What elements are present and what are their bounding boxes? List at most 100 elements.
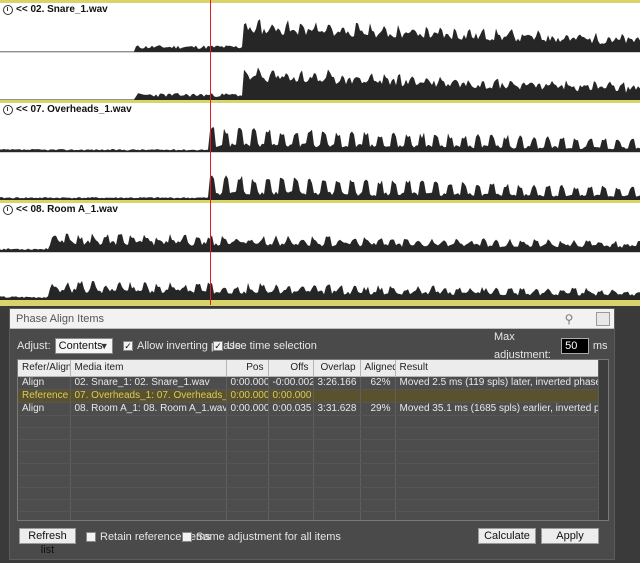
table-cell-empty	[360, 439, 396, 452]
arrange-view[interactable]: << 02. Snare_1.wav << 07. Overheads_1.wa…	[0, 0, 640, 306]
table-cell-empty	[313, 427, 361, 440]
table-cell-empty	[268, 451, 314, 464]
same-adjustment-checkbox[interactable]	[182, 532, 192, 542]
table-cell-empty	[395, 475, 599, 488]
max-adjustment-input[interactable]: 50	[561, 338, 589, 354]
table-cell-empty	[395, 487, 599, 500]
retain-reference-checkbox[interactable]	[86, 532, 96, 542]
channel-divider	[0, 152, 640, 153]
table-cell-offs: -0:00.002	[268, 376, 314, 390]
waveform-path	[0, 67, 640, 100]
table-cell-empty	[70, 451, 227, 464]
use-time-selection-checkbox[interactable]: ✓	[213, 341, 223, 351]
table-cell-aligned	[360, 389, 396, 403]
waveform-path	[0, 127, 640, 152]
max-adjustment-control: Max adjustment: 50 ms	[494, 331, 608, 361]
table-header: Refer/Align Media item Pos Offs Overlap …	[18, 360, 599, 377]
column-header-pos[interactable]: Pos	[226, 360, 269, 377]
table-cell-empty	[313, 499, 361, 512]
column-header-offs[interactable]: Offs	[268, 360, 314, 377]
table-cell-empty	[268, 427, 314, 440]
table-scrollbar[interactable]	[598, 360, 608, 520]
table-cell-empty	[18, 427, 71, 440]
same-adjustment-control[interactable]: Same adjustment for all items	[182, 528, 341, 546]
take-clock-icon	[3, 204, 13, 215]
table-cell-empty	[70, 463, 227, 476]
channel-divider	[0, 252, 640, 253]
track-title-text: << 02. Snare_1.wav	[16, 4, 108, 15]
waveform-path	[0, 233, 640, 252]
channel-divider	[0, 52, 640, 53]
take-clock-icon	[3, 4, 13, 15]
dialog-title: Phase Align Items	[16, 313, 105, 325]
table-cell-overlap: 3:31.628	[313, 402, 361, 416]
table-cell-empty	[395, 499, 599, 512]
table-cell-empty	[70, 439, 227, 452]
table-cell-item: 08. Room A_1: 08. Room A_1.wav	[70, 402, 227, 416]
table-row-empty	[18, 487, 599, 500]
table-cell-refer: Align	[18, 376, 71, 390]
column-header-result[interactable]: Result	[395, 360, 599, 377]
table-cell-empty	[313, 439, 361, 452]
table-cell-empty	[360, 487, 396, 500]
column-header-media-item[interactable]: Media item	[70, 360, 227, 377]
track-title-overheads: << 07. Overheads_1.wav	[3, 104, 132, 115]
dialog-titlebar[interactable]: Phase Align Items ⚲	[10, 309, 614, 329]
table-cell-empty	[18, 487, 71, 500]
table-cell-empty	[226, 439, 269, 452]
apply-button[interactable]: Apply	[541, 528, 599, 544]
column-header-aligned[interactable]: Aligned	[360, 360, 396, 377]
table-cell-refer: Reference	[18, 389, 71, 403]
table-cell-empty	[226, 415, 269, 428]
table-cell-empty	[226, 487, 269, 500]
table-cell-empty	[360, 415, 396, 428]
table-cell-empty	[360, 499, 396, 512]
max-adjustment-unit: ms	[592, 340, 608, 352]
waveform-path	[0, 19, 640, 52]
table-row-empty	[18, 463, 599, 476]
table-cell-overlap	[313, 389, 361, 403]
track-selection-strip	[0, 300, 640, 306]
use-time-selection-control[interactable]: ✓ Use time selection	[213, 337, 317, 355]
table-cell-empty	[18, 451, 71, 464]
pin-icon[interactable]: ⚲	[562, 312, 576, 326]
table-cell-empty	[395, 463, 599, 476]
table-cell-item: 02. Snare_1: 02. Snare_1.wav	[70, 376, 227, 390]
table-row[interactable]: Reference07. Overheads_1: 07. Overheads_…	[18, 389, 599, 403]
track-title-text: << 08. Room A_1.wav	[16, 204, 118, 215]
table-row-empty	[18, 499, 599, 512]
table-cell-empty	[360, 427, 396, 440]
track-title-snare: << 02. Snare_1.wav	[3, 4, 108, 15]
table-cell-empty	[226, 475, 269, 488]
table-row-empty	[18, 511, 599, 520]
table-cell-empty	[360, 451, 396, 464]
edit-cursor[interactable]	[210, 0, 211, 305]
table-cell-empty	[268, 439, 314, 452]
allow-inverting-checkbox[interactable]: ✓	[123, 341, 133, 351]
table-row-empty	[18, 427, 599, 440]
table-cell-empty	[313, 475, 361, 488]
close-icon[interactable]	[596, 312, 610, 326]
table-cell-empty	[18, 415, 71, 428]
table-row[interactable]: Align 08. Room A_1: 08. Room A_1.wav 0:00.…	[18, 402, 599, 416]
table-cell-empty	[18, 499, 71, 512]
table-row-empty	[18, 451, 599, 464]
table-cell-empty	[360, 475, 396, 488]
table-cell-empty	[268, 475, 314, 488]
adjust-dropdown[interactable]: Contents ▼	[54, 338, 113, 354]
table-cell-empty	[395, 415, 599, 428]
column-header-refer-align[interactable]: Refer/Align	[18, 360, 71, 377]
calculate-button[interactable]: Calculate	[478, 528, 536, 544]
adjust-value: Contents	[58, 340, 103, 352]
column-header-overlap[interactable]: Overlap	[313, 360, 361, 377]
adjust-label: Adjust:	[17, 340, 51, 352]
refresh-list-button[interactable]: Refresh list	[19, 528, 76, 556]
table-cell-overlap: 3:26.166	[313, 376, 361, 390]
table-cell-item: 07. Overheads_1: 07. Overheads_1.wav	[70, 389, 227, 403]
table-cell-empty	[268, 511, 314, 520]
table-row[interactable]: Align 02. Snare_1: 02. Snare_1.wav 0:00.00…	[18, 376, 599, 390]
table-cell-result: Moved 2.5 ms (119 spls) later, inverted …	[395, 376, 599, 390]
options-row: Adjust: Contents ▼ ✓ Allow inverting pha…	[17, 331, 608, 361]
table-cell-empty	[313, 415, 361, 428]
table-row-empty	[18, 439, 599, 452]
